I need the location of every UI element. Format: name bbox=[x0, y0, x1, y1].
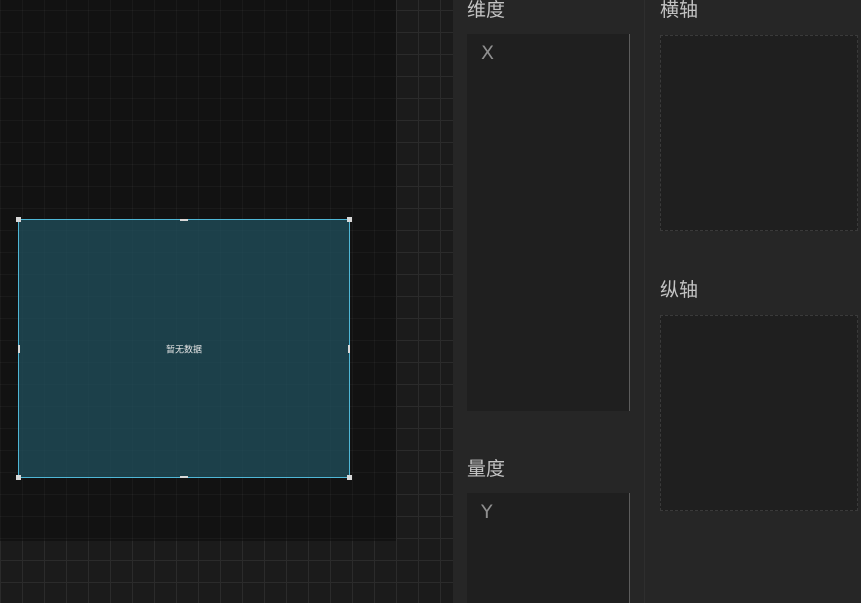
measure-title: 量度 bbox=[467, 458, 506, 480]
dimension-field-list[interactable]: X bbox=[467, 34, 630, 411]
empty-data-label: 暂无数据 bbox=[165, 345, 202, 355]
y-axis-drop-zone[interactable] bbox=[660, 315, 858, 511]
resize-handle-top[interactable] bbox=[180, 219, 188, 221]
resize-handle-bottom-left[interactable] bbox=[16, 475, 21, 480]
chart-widget[interactable]: 暂无数据 bbox=[16, 217, 352, 480]
screen-canvas[interactable]: 暂无数据 bbox=[0, 0, 396, 541]
measure-field-list[interactable]: Y bbox=[467, 493, 630, 603]
x-axis-drop-zone[interactable] bbox=[660, 35, 858, 231]
resize-handle-top-right[interactable] bbox=[347, 217, 352, 222]
dimension-field-x[interactable]: X bbox=[481, 42, 494, 64]
resize-handle-left[interactable] bbox=[18, 345, 20, 353]
x-axis-title: 横轴 bbox=[660, 0, 699, 21]
resize-handle-top-left[interactable] bbox=[16, 217, 21, 222]
y-axis-title: 纵轴 bbox=[660, 279, 699, 301]
resize-handle-bottom-right[interactable] bbox=[347, 475, 352, 480]
measure-field-y[interactable]: Y bbox=[481, 501, 493, 523]
dimension-title: 维度 bbox=[467, 0, 506, 21]
column-divider bbox=[644, 0, 645, 603]
resize-handle-bottom[interactable] bbox=[180, 476, 188, 478]
canvas-area[interactable]: 暂无数据 bbox=[0, 0, 453, 603]
resize-handle-right[interactable] bbox=[348, 345, 350, 353]
